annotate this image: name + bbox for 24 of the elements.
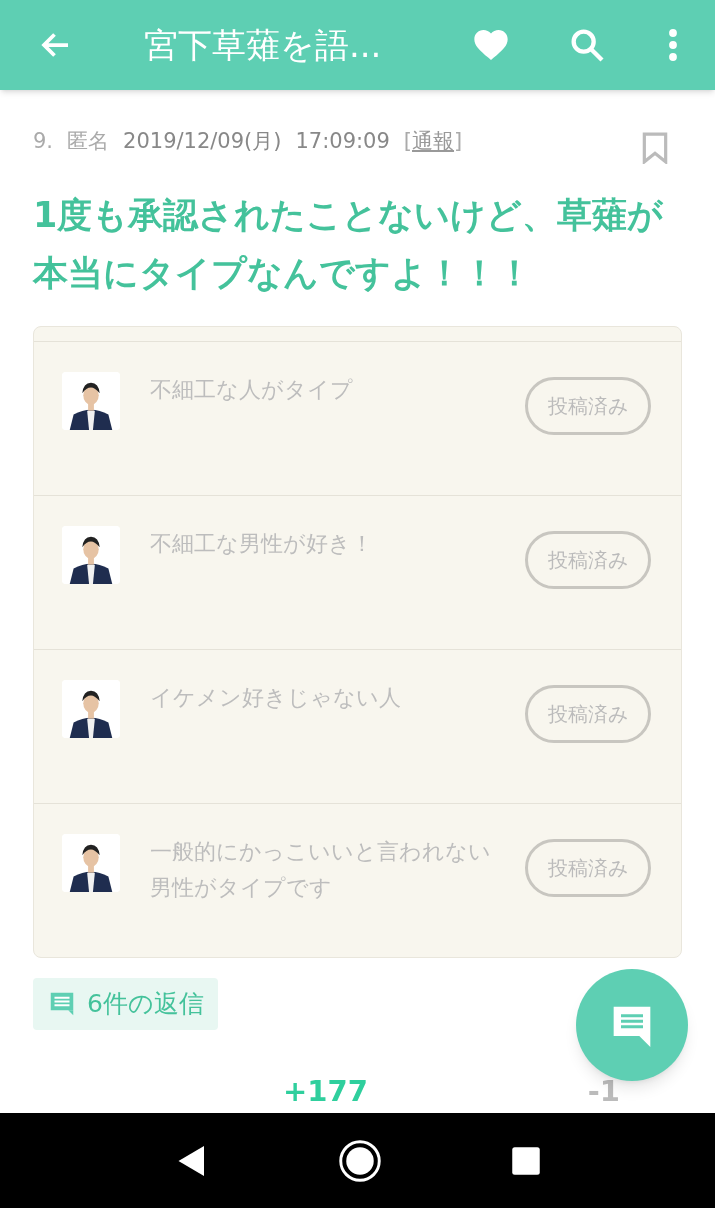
post-number: 9. — [33, 128, 54, 155]
posted-button[interactable]: 投稿済み — [525, 531, 651, 589]
more-icon[interactable] — [667, 27, 679, 63]
topic-text: 一般的にかっこいいと言われない男性がタイプです — [150, 838, 492, 902]
bookmark-icon[interactable] — [642, 132, 668, 164]
post-body: 1度も承認されたことないけど、草薙が本当にタイプなんですよ！！！ — [33, 194, 665, 295]
post-date: 2019/12/09(月) — [123, 128, 282, 155]
post-time: 17:09:09 — [295, 128, 390, 155]
topic-text: 不細工な人がタイプ — [150, 376, 354, 404]
posted-button[interactable]: 投稿済み — [525, 839, 651, 897]
downvote-count: -1 — [587, 1073, 620, 1110]
report-link[interactable]: 通報 — [412, 126, 454, 158]
home-icon[interactable] — [338, 1138, 383, 1183]
replies-button[interactable]: 6件の返信 — [33, 978, 218, 1030]
recents-icon[interactable] — [510, 1145, 541, 1176]
posted-button[interactable]: 投稿済み — [525, 685, 651, 743]
bracket: [ — [403, 128, 412, 155]
upvote-count: +177 — [283, 1073, 368, 1110]
author-name: 匿名 — [67, 128, 110, 155]
bracket: ] — [454, 128, 463, 155]
posted-button[interactable]: 投稿済み — [525, 377, 651, 435]
app-bar-title: 宮下草薙を語... — [144, 23, 383, 67]
topic-text: イケメン好きじゃない人 — [150, 684, 402, 712]
topic-text: 不細工な男性が好き！ — [150, 530, 374, 558]
